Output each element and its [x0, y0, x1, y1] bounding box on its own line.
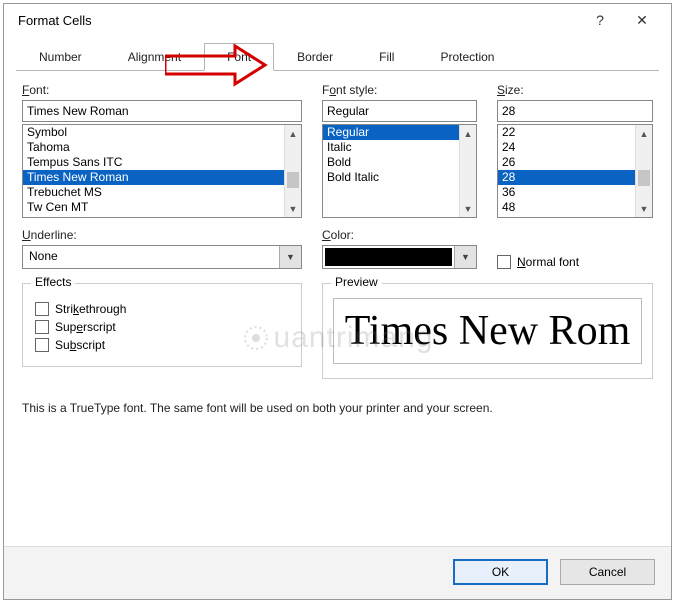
list-item[interactable]: 36 — [498, 185, 652, 200]
scroll-up-icon[interactable]: ▲ — [285, 125, 301, 142]
list-item[interactable]: Tw Cen MT — [23, 200, 301, 215]
list-item[interactable]: 26 — [498, 155, 652, 170]
color-swatch — [325, 248, 452, 266]
list-item[interactable]: Italic — [323, 140, 476, 155]
button-bar: OK Cancel — [4, 546, 671, 599]
tab-fill[interactable]: Fill — [356, 43, 417, 71]
normal-font-label: Normal font — [517, 255, 579, 269]
fontstyle-label: Font style: — [322, 83, 477, 97]
titlebar: Format Cells ? ✕ — [4, 4, 671, 36]
window-title: Format Cells — [18, 13, 579, 28]
list-item[interactable]: 28 — [498, 170, 652, 185]
strikethrough-checkbox[interactable]: Strikethrough — [35, 302, 289, 316]
list-item[interactable]: 48 — [498, 200, 652, 215]
tab-content: Font: Symbol Tahoma Tempus Sans ITC Time… — [4, 71, 671, 546]
scroll-up-icon[interactable]: ▲ — [460, 125, 476, 142]
preview-group: Preview Times New Rom — [322, 283, 653, 379]
scroll-down-icon[interactable]: ▼ — [285, 200, 301, 217]
scroll-down-icon[interactable]: ▼ — [460, 200, 476, 217]
subscript-checkbox[interactable]: Subscript — [35, 338, 289, 352]
underline-select[interactable]: None ▼ — [22, 245, 302, 269]
list-item[interactable]: Times New Roman — [23, 170, 301, 185]
list-item[interactable]: Tempus Sans ITC — [23, 155, 301, 170]
color-select[interactable]: ▼ — [322, 245, 477, 269]
close-button[interactable]: ✕ — [621, 4, 663, 36]
checkbox-box[interactable] — [497, 255, 511, 269]
list-item[interactable]: Symbol — [23, 125, 301, 140]
preview-label: Preview — [331, 275, 382, 289]
font-input[interactable] — [22, 100, 302, 122]
size-label: Size: — [497, 83, 653, 97]
chevron-down-icon[interactable]: ▼ — [454, 246, 476, 268]
font-list[interactable]: Symbol Tahoma Tempus Sans ITC Times New … — [22, 124, 302, 218]
superscript-checkbox[interactable]: Superscript — [35, 320, 289, 334]
effects-label: Effects — [31, 275, 75, 289]
list-item[interactable]: Bold Italic — [323, 170, 476, 185]
underline-label: Underline: — [22, 228, 302, 242]
scroll-up-icon[interactable]: ▲ — [636, 125, 652, 142]
underline-value: None — [23, 246, 279, 268]
tab-protection[interactable]: Protection — [417, 43, 517, 71]
scroll-thumb[interactable] — [287, 172, 299, 188]
checkbox-box[interactable] — [35, 338, 49, 352]
help-button[interactable]: ? — [579, 4, 621, 36]
fontstyle-input[interactable] — [322, 100, 477, 122]
tab-number[interactable]: Number — [16, 43, 105, 71]
checkbox-box[interactable] — [35, 302, 49, 316]
list-item[interactable]: 22 — [498, 125, 652, 140]
ok-button[interactable]: OK — [453, 559, 548, 585]
info-text: This is a TrueType font. The same font w… — [22, 401, 653, 415]
tab-bar: Number Alignment Font Border Fill Protec… — [16, 42, 659, 71]
tab-border[interactable]: Border — [274, 43, 356, 71]
fontstyle-list[interactable]: Regular Italic Bold Bold Italic ▲ ▼ — [322, 124, 477, 218]
cancel-button[interactable]: Cancel — [560, 559, 655, 585]
strikethrough-label: Strikethrough — [55, 302, 126, 316]
size-list[interactable]: 22 24 26 28 36 48 ▲ ▼ — [497, 124, 653, 218]
size-input[interactable] — [497, 100, 653, 122]
color-label: Color: — [322, 228, 477, 242]
scrollbar[interactable]: ▲ ▼ — [635, 125, 652, 217]
superscript-label: Superscript — [55, 320, 116, 334]
scrollbar[interactable]: ▲ ▼ — [284, 125, 301, 217]
subscript-label: Subscript — [55, 338, 105, 352]
list-item[interactable]: Bold — [323, 155, 476, 170]
preview-sample: Times New Rom — [333, 298, 642, 364]
normal-font-checkbox[interactable]: Normal font — [497, 255, 653, 269]
font-label: Font: — [22, 83, 302, 97]
list-item[interactable]: Tahoma — [23, 140, 301, 155]
scroll-thumb[interactable] — [638, 170, 650, 186]
list-item[interactable]: Trebuchet MS — [23, 185, 301, 200]
list-item[interactable]: 24 — [498, 140, 652, 155]
tab-font[interactable]: Font — [204, 43, 274, 71]
format-cells-dialog: Format Cells ? ✕ Number Alignment Font B… — [3, 3, 672, 600]
effects-group: Effects Strikethrough Superscript Subscr… — [22, 283, 302, 367]
scroll-down-icon[interactable]: ▼ — [636, 200, 652, 217]
chevron-down-icon[interactable]: ▼ — [279, 246, 301, 268]
checkbox-box[interactable] — [35, 320, 49, 334]
list-item[interactable]: Regular — [323, 125, 476, 140]
scrollbar[interactable]: ▲ ▼ — [459, 125, 476, 217]
tab-alignment[interactable]: Alignment — [105, 43, 204, 71]
